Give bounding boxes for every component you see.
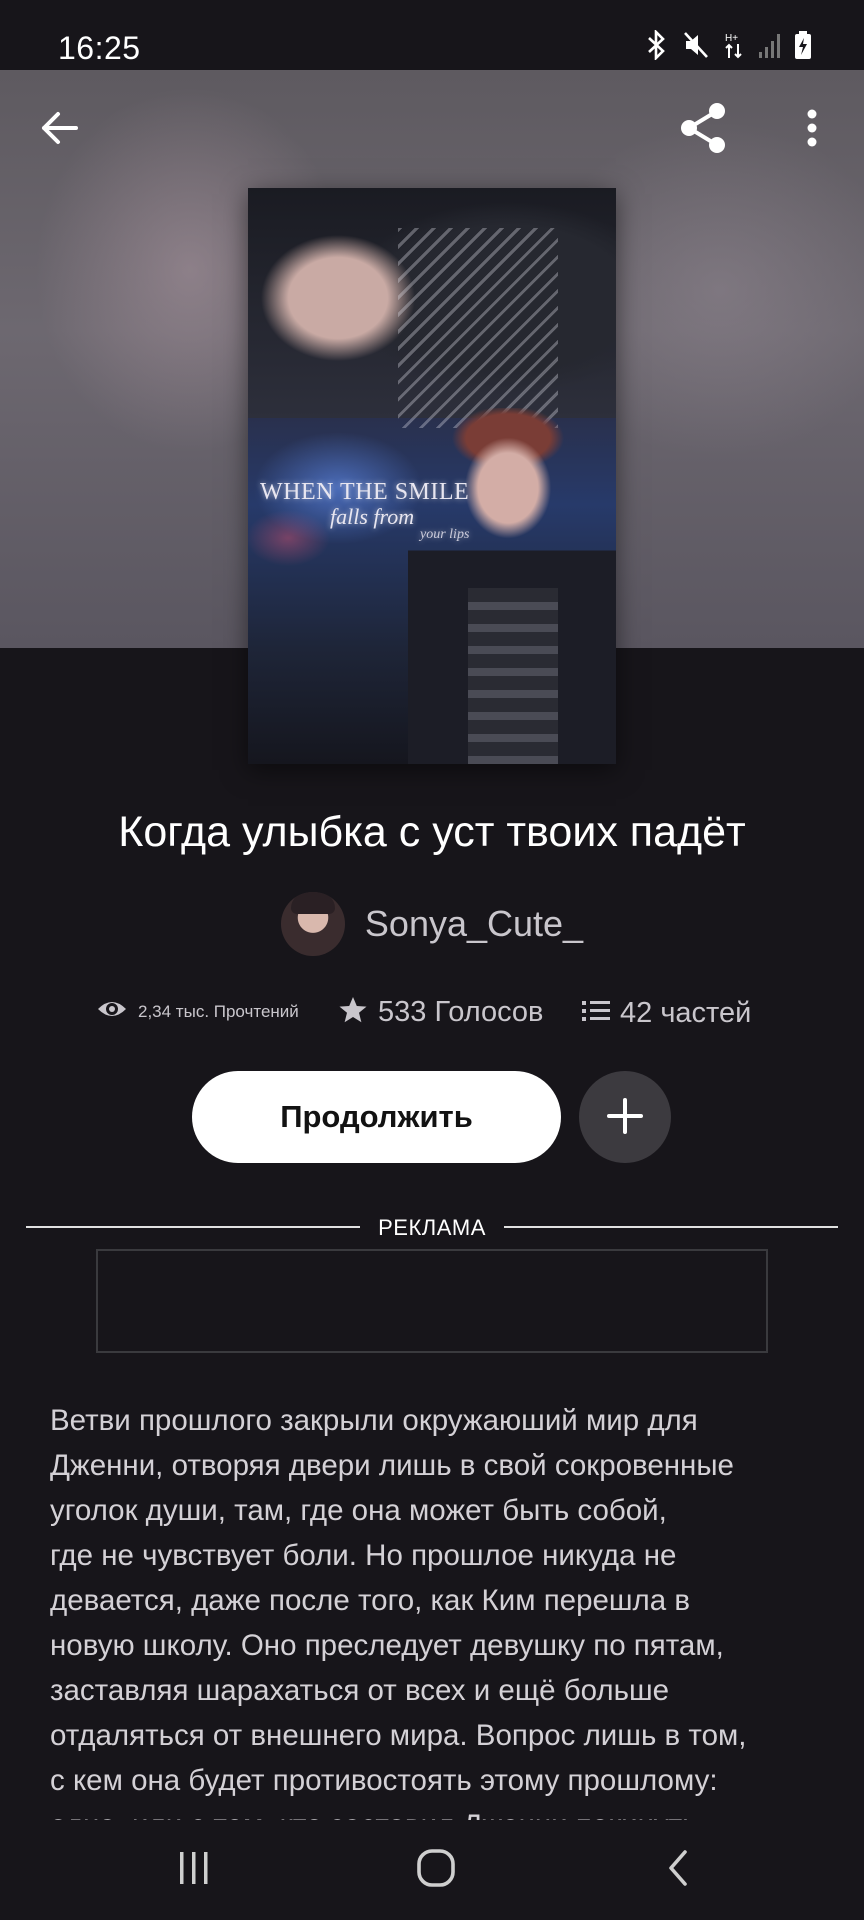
- plus-icon: [605, 1096, 645, 1139]
- description-line: отдаляться от внешнего мира. Вопрос лишь…: [50, 1719, 747, 1752]
- ad-divider-line-right: [504, 1226, 838, 1228]
- description-line: Ветви прошлого закрыли окружаюший мир дл…: [50, 1404, 698, 1437]
- description-line: уголок души, там, где она может быть соб…: [50, 1494, 667, 1527]
- recents-icon: [176, 1850, 212, 1891]
- cover-title-art: WHEN THE SMILE falls from your lips: [260, 479, 500, 543]
- battery-charging-icon: [794, 30, 812, 60]
- nav-recents-button[interactable]: [154, 1840, 234, 1900]
- data-arrows-icon: H+: [724, 30, 744, 60]
- cover-title-line3: your lips: [420, 527, 470, 543]
- nav-back-button[interactable]: [638, 1840, 718, 1900]
- status-icons: H+: [646, 30, 812, 60]
- share-button[interactable]: [674, 100, 734, 160]
- reads-count: 2,34 тыс. Прочтений: [138, 1001, 299, 1021]
- description-line: заставляя шарахаться от всех и ещё больш…: [50, 1674, 670, 1707]
- description-line: девается, даже после того, как Ким переш…: [50, 1584, 691, 1617]
- votes-stat: 533 Голосов: [338, 995, 543, 1030]
- back-icon: [663, 1848, 693, 1893]
- status-time: 16:25: [58, 30, 141, 66]
- arrow-left-icon: [40, 110, 80, 151]
- reads-stat: 2,34 тыс. Прочтений: [96, 997, 299, 1026]
- status-bar: 16:25 H+: [0, 0, 864, 70]
- more-vertical-icon: [806, 108, 818, 153]
- author-row[interactable]: Sonya_Cute_: [0, 892, 864, 956]
- description-line: Дженни, отворяя двери лишь в свой сокров…: [50, 1449, 734, 1482]
- story-description: Ветви прошлого закрыли окружаюший мир дл…: [50, 1398, 820, 1820]
- star-icon: [338, 995, 368, 1030]
- cover-title-line2: falls from: [330, 504, 415, 530]
- bluetooth-icon: [646, 30, 668, 60]
- more-options-button[interactable]: [782, 100, 842, 160]
- cover-title-line1: WHEN THE SMILE: [260, 479, 470, 505]
- story-cover[interactable]: WHEN THE SMILE falls from your lips: [248, 188, 616, 764]
- add-to-library-button[interactable]: [579, 1071, 671, 1163]
- description-line: новую школу. Оно преследует девушку по п…: [50, 1629, 724, 1662]
- continue-reading-button[interactable]: Продолжить: [192, 1071, 561, 1163]
- description-line: с кем она будет противостоять этому прош…: [50, 1764, 718, 1797]
- eye-icon: [96, 997, 128, 1026]
- parts-count: 42 частей: [620, 997, 752, 1029]
- ad-banner[interactable]: [96, 1249, 768, 1353]
- ad-label: РЕКЛАМА: [378, 1215, 486, 1240]
- story-title: Когда улыбка с уст твоих падёт: [118, 808, 746, 856]
- list-icon: [582, 999, 610, 1028]
- svg-text:H+: H+: [725, 33, 738, 44]
- story-details-screen: 16:25 H+ WHEN THE SMILE falls from your …: [0, 0, 864, 1920]
- votes-count: 533 Голосов: [378, 996, 544, 1028]
- back-button[interactable]: [30, 100, 90, 160]
- description-line: одна, или с тем, кто заставил Дженни пок…: [50, 1803, 820, 1820]
- nav-home-button[interactable]: [396, 1840, 476, 1900]
- mute-icon: [682, 30, 710, 60]
- author-avatar[interactable]: [280, 892, 345, 956]
- signal-icon: [758, 30, 780, 60]
- story-stats: 2,34 тыс. Прочтений 533 Голосов 42 часте…: [0, 995, 864, 1039]
- ad-divider: РЕКЛАМА: [26, 1212, 838, 1242]
- author-name[interactable]: Sonya_Cute_: [365, 903, 583, 945]
- system-nav-bar: [0, 1820, 864, 1920]
- parts-stat: 42 частей: [582, 997, 751, 1030]
- description-line: где не чувствует боли. Но прошлое никуда…: [50, 1539, 677, 1572]
- cover-stripes: [468, 588, 558, 764]
- share-icon: [677, 101, 731, 160]
- home-icon: [416, 1848, 456, 1893]
